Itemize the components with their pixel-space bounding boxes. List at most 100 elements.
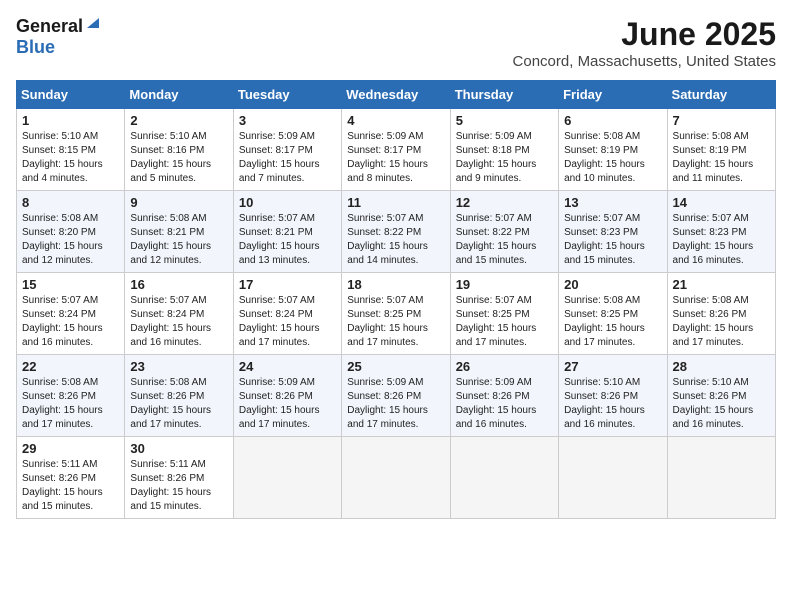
day-number: 8 [22, 195, 119, 210]
day-number: 16 [130, 277, 227, 292]
calendar-cell: 21 Sunrise: 5:08 AM Sunset: 8:26 PM Dayl… [667, 273, 775, 355]
calendar-week-row: 8 Sunrise: 5:08 AM Sunset: 8:20 PM Dayli… [17, 191, 776, 273]
day-number: 26 [456, 359, 553, 374]
day-info: Sunrise: 5:08 AM Sunset: 8:20 PM Dayligh… [22, 213, 103, 266]
calendar-cell: 24 Sunrise: 5:09 AM Sunset: 8:26 PM Dayl… [233, 355, 341, 437]
calendar-cell: 23 Sunrise: 5:08 AM Sunset: 8:26 PM Dayl… [125, 355, 233, 437]
calendar-cell: 15 Sunrise: 5:07 AM Sunset: 8:24 PM Dayl… [17, 273, 125, 355]
day-number: 24 [239, 359, 336, 374]
day-number: 25 [347, 359, 444, 374]
day-info: Sunrise: 5:08 AM Sunset: 8:26 PM Dayligh… [22, 377, 103, 430]
day-number: 5 [456, 113, 553, 128]
calendar-cell: 8 Sunrise: 5:08 AM Sunset: 8:20 PM Dayli… [17, 191, 125, 273]
day-info: Sunrise: 5:11 AM Sunset: 8:26 PM Dayligh… [130, 459, 211, 512]
logo-blue-text: Blue [16, 37, 55, 58]
day-info: Sunrise: 5:07 AM Sunset: 8:22 PM Dayligh… [347, 213, 428, 266]
day-info: Sunrise: 5:08 AM Sunset: 8:19 PM Dayligh… [564, 131, 645, 184]
day-info: Sunrise: 5:10 AM Sunset: 8:26 PM Dayligh… [564, 377, 645, 430]
calendar-cell: 3 Sunrise: 5:09 AM Sunset: 8:17 PM Dayli… [233, 109, 341, 191]
day-number: 18 [347, 277, 444, 292]
day-info: Sunrise: 5:09 AM Sunset: 8:26 PM Dayligh… [239, 377, 320, 430]
day-info: Sunrise: 5:07 AM Sunset: 8:23 PM Dayligh… [564, 213, 645, 266]
calendar-cell: 9 Sunrise: 5:08 AM Sunset: 8:21 PM Dayli… [125, 191, 233, 273]
day-info: Sunrise: 5:10 AM Sunset: 8:15 PM Dayligh… [22, 131, 103, 184]
calendar-cell: 18 Sunrise: 5:07 AM Sunset: 8:25 PM Dayl… [342, 273, 450, 355]
day-number: 28 [673, 359, 770, 374]
day-info: Sunrise: 5:10 AM Sunset: 8:16 PM Dayligh… [130, 131, 211, 184]
day-info: Sunrise: 5:08 AM Sunset: 8:19 PM Dayligh… [673, 131, 754, 184]
calendar-header-monday: Monday [125, 81, 233, 109]
day-info: Sunrise: 5:08 AM Sunset: 8:26 PM Dayligh… [673, 295, 754, 348]
day-number: 10 [239, 195, 336, 210]
calendar-cell: 11 Sunrise: 5:07 AM Sunset: 8:22 PM Dayl… [342, 191, 450, 273]
day-info: Sunrise: 5:09 AM Sunset: 8:17 PM Dayligh… [347, 131, 428, 184]
calendar-cell [342, 437, 450, 519]
day-info: Sunrise: 5:10 AM Sunset: 8:26 PM Dayligh… [673, 377, 754, 430]
calendar-cell: 6 Sunrise: 5:08 AM Sunset: 8:19 PM Dayli… [559, 109, 667, 191]
calendar-cell: 26 Sunrise: 5:09 AM Sunset: 8:26 PM Dayl… [450, 355, 558, 437]
day-number: 29 [22, 441, 119, 456]
calendar-cell: 10 Sunrise: 5:07 AM Sunset: 8:21 PM Dayl… [233, 191, 341, 273]
calendar-cell: 1 Sunrise: 5:10 AM Sunset: 8:15 PM Dayli… [17, 109, 125, 191]
day-number: 11 [347, 195, 444, 210]
calendar-header-saturday: Saturday [667, 81, 775, 109]
logo-general-text: General [16, 16, 83, 37]
calendar-cell [450, 437, 558, 519]
day-number: 2 [130, 113, 227, 128]
calendar-cell [559, 437, 667, 519]
calendar-cell: 7 Sunrise: 5:08 AM Sunset: 8:19 PM Dayli… [667, 109, 775, 191]
logo: General Blue [16, 16, 101, 58]
calendar-cell: 28 Sunrise: 5:10 AM Sunset: 8:26 PM Dayl… [667, 355, 775, 437]
day-number: 17 [239, 277, 336, 292]
day-number: 15 [22, 277, 119, 292]
day-info: Sunrise: 5:09 AM Sunset: 8:26 PM Dayligh… [456, 377, 537, 430]
day-number: 3 [239, 113, 336, 128]
day-number: 20 [564, 277, 661, 292]
day-number: 1 [22, 113, 119, 128]
title-area: June 2025 Concord, Massachusetts, United… [513, 16, 776, 70]
day-info: Sunrise: 5:07 AM Sunset: 8:24 PM Dayligh… [239, 295, 320, 348]
calendar-cell [233, 437, 341, 519]
day-number: 6 [564, 113, 661, 128]
day-info: Sunrise: 5:09 AM Sunset: 8:17 PM Dayligh… [239, 131, 320, 184]
calendar-header-row: SundayMondayTuesdayWednesdayThursdayFrid… [17, 81, 776, 109]
day-number: 7 [673, 113, 770, 128]
calendar-table: SundayMondayTuesdayWednesdayThursdayFrid… [16, 80, 776, 519]
day-number: 12 [456, 195, 553, 210]
page-header: General Blue June 2025 Concord, Massachu… [16, 16, 776, 70]
day-info: Sunrise: 5:09 AM Sunset: 8:18 PM Dayligh… [456, 131, 537, 184]
calendar-header-sunday: Sunday [17, 81, 125, 109]
calendar-header-friday: Friday [559, 81, 667, 109]
calendar-cell: 17 Sunrise: 5:07 AM Sunset: 8:24 PM Dayl… [233, 273, 341, 355]
day-number: 23 [130, 359, 227, 374]
day-number: 14 [673, 195, 770, 210]
calendar-subtitle: Concord, Massachusetts, United States [513, 53, 776, 70]
day-info: Sunrise: 5:07 AM Sunset: 8:24 PM Dayligh… [130, 295, 211, 348]
calendar-week-row: 29 Sunrise: 5:11 AM Sunset: 8:26 PM Dayl… [17, 437, 776, 519]
day-number: 21 [673, 277, 770, 292]
calendar-title: June 2025 [513, 16, 776, 53]
day-number: 4 [347, 113, 444, 128]
calendar-cell: 4 Sunrise: 5:09 AM Sunset: 8:17 PM Dayli… [342, 109, 450, 191]
calendar-header-tuesday: Tuesday [233, 81, 341, 109]
day-number: 9 [130, 195, 227, 210]
day-number: 27 [564, 359, 661, 374]
calendar-cell: 20 Sunrise: 5:08 AM Sunset: 8:25 PM Dayl… [559, 273, 667, 355]
calendar-cell: 14 Sunrise: 5:07 AM Sunset: 8:23 PM Dayl… [667, 191, 775, 273]
day-number: 19 [456, 277, 553, 292]
calendar-cell: 2 Sunrise: 5:10 AM Sunset: 8:16 PM Dayli… [125, 109, 233, 191]
day-info: Sunrise: 5:08 AM Sunset: 8:21 PM Dayligh… [130, 213, 211, 266]
calendar-cell: 16 Sunrise: 5:07 AM Sunset: 8:24 PM Dayl… [125, 273, 233, 355]
day-info: Sunrise: 5:07 AM Sunset: 8:25 PM Dayligh… [347, 295, 428, 348]
calendar-cell: 30 Sunrise: 5:11 AM Sunset: 8:26 PM Dayl… [125, 437, 233, 519]
calendar-cell: 5 Sunrise: 5:09 AM Sunset: 8:18 PM Dayli… [450, 109, 558, 191]
calendar-cell: 19 Sunrise: 5:07 AM Sunset: 8:25 PM Dayl… [450, 273, 558, 355]
calendar-cell: 27 Sunrise: 5:10 AM Sunset: 8:26 PM Dayl… [559, 355, 667, 437]
calendar-cell: 22 Sunrise: 5:08 AM Sunset: 8:26 PM Dayl… [17, 355, 125, 437]
day-number: 22 [22, 359, 119, 374]
day-info: Sunrise: 5:07 AM Sunset: 8:25 PM Dayligh… [456, 295, 537, 348]
day-info: Sunrise: 5:07 AM Sunset: 8:21 PM Dayligh… [239, 213, 320, 266]
calendar-week-row: 22 Sunrise: 5:08 AM Sunset: 8:26 PM Dayl… [17, 355, 776, 437]
logo-icon [85, 14, 101, 30]
calendar-cell: 25 Sunrise: 5:09 AM Sunset: 8:26 PM Dayl… [342, 355, 450, 437]
